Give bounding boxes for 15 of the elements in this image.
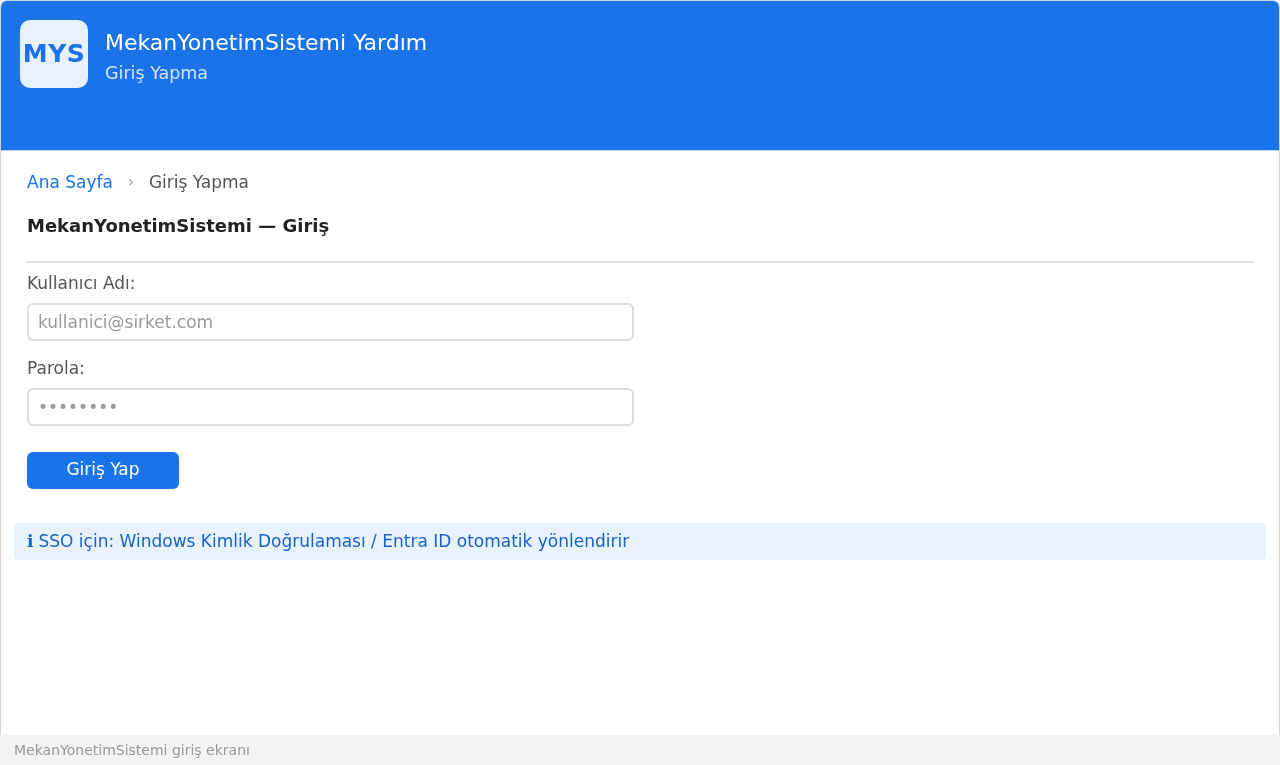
form-heading: MekanYonetimSistemi — Giriş: [27, 214, 330, 238]
header-title: MekanYonetimSistemi Yardım: [105, 29, 428, 57]
input-field[interactable]: ••••••••: [27, 388, 634, 426]
login-button[interactable]: Giriş Yap: [27, 452, 179, 489]
notice-text: SSO için: Windows Kimlik Doğrulaması / Entra ID otomatik yönlendirir: [38, 529, 630, 553]
logo-tile: MYS: [20, 20, 88, 88]
status-text: MekanYonetimSistemi giriş ekranı: [14, 740, 250, 760]
breadcrumb-separator: ›: [127, 172, 134, 193]
header-subtitle: Giriş Yapma: [105, 62, 209, 85]
field-label: Kullanıcı Adı:: [27, 272, 136, 295]
breadcrumb-link[interactable]: Ana Sayfa: [27, 170, 113, 194]
info-icon: ℹ: [27, 528, 34, 555]
field-label: Parola:: [27, 357, 85, 380]
breadcrumb-current: Giriş Yapma: [148, 171, 249, 194]
input-field[interactable]: kullanici@sirket.com: [27, 303, 634, 341]
